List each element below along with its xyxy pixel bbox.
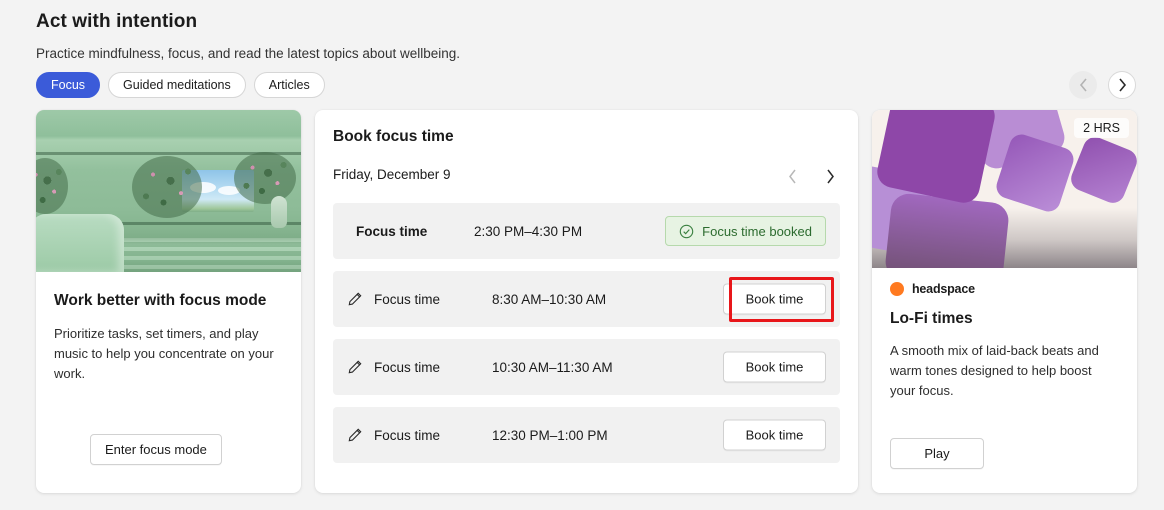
headspace-brand-name: headspace bbox=[912, 282, 975, 296]
carousel-prev-button[interactable] bbox=[1069, 71, 1097, 99]
pencil-icon bbox=[347, 291, 365, 307]
cards-row: Work better with focus mode Prioritize t… bbox=[0, 110, 1164, 494]
headspace-hero-image: 2 HRS bbox=[872, 110, 1137, 268]
slot-action: Focus time booked bbox=[665, 216, 826, 246]
slot-action: Book time bbox=[723, 283, 826, 315]
wellbeing-page: Act with intention Practice mindfulness,… bbox=[0, 0, 1164, 510]
chip-guided-meditations[interactable]: Guided meditations bbox=[108, 72, 246, 98]
focus-slot-list: Focus time 2:30 PM–4:30 PM Focus time bo… bbox=[333, 203, 840, 475]
slot-label: Focus time bbox=[374, 291, 441, 307]
booked-badge-label: Focus time booked bbox=[702, 223, 812, 239]
slot-action: Book time bbox=[723, 351, 826, 383]
slot-time: 12:30 PM–1:00 PM bbox=[492, 427, 608, 443]
foliage-cluster bbox=[132, 156, 202, 218]
date-prev-button[interactable] bbox=[780, 164, 804, 188]
focus-mode-title: Work better with focus mode bbox=[54, 292, 267, 309]
enter-focus-mode-button[interactable]: Enter focus mode bbox=[90, 434, 222, 465]
pencil-icon-glyph bbox=[348, 428, 362, 442]
book-time-button[interactable]: Book time bbox=[723, 419, 826, 451]
book-time-button[interactable]: Book time bbox=[723, 351, 826, 383]
purple-square-shape bbox=[1067, 133, 1137, 207]
check-circle-icon bbox=[679, 224, 694, 238]
chevron-right-icon bbox=[1118, 78, 1126, 92]
focus-mode-hero-image bbox=[36, 110, 301, 272]
headspace-description: A smooth mix of laid-back beats and warm… bbox=[890, 343, 1099, 398]
slot-time: 8:30 AM–10:30 AM bbox=[492, 291, 607, 307]
slot-time: 10:30 AM–11:30 AM bbox=[492, 359, 613, 375]
focus-slot-row[interactable]: Focus time 10:30 AM–11:30 AM Book time bbox=[333, 339, 840, 395]
chevron-left-icon bbox=[1079, 78, 1087, 92]
focus-mode-description: Prioritize tasks, set timers, and play m… bbox=[54, 326, 274, 381]
headspace-logo-icon bbox=[890, 282, 904, 296]
slot-label: Focus time bbox=[374, 359, 441, 375]
pencil-icon-glyph bbox=[348, 292, 362, 306]
chip-focus[interactable]: Focus bbox=[36, 72, 101, 98]
category-chip-group: Focus Guided meditations Articles bbox=[36, 72, 325, 98]
foliage-cluster bbox=[234, 152, 296, 204]
book-focus-time-date: Friday, December 9 bbox=[333, 167, 451, 182]
foliage-cluster bbox=[36, 158, 68, 214]
chevron-left-icon bbox=[788, 169, 796, 183]
purple-square-shape bbox=[883, 192, 1011, 268]
date-next-button[interactable] bbox=[818, 164, 842, 188]
book-focus-time-card: Book focus time Friday, December 9 Focus… bbox=[315, 110, 858, 493]
pencil-icon-glyph bbox=[348, 360, 362, 374]
chevron-right-icon bbox=[826, 169, 834, 183]
pencil-icon bbox=[347, 359, 365, 375]
play-button[interactable]: Play bbox=[890, 438, 984, 469]
focus-slot-row-highlighted[interactable]: Focus time 8:30 AM–10:30 AM Book time bbox=[333, 271, 840, 327]
book-time-button-highlighted[interactable]: Book time bbox=[723, 283, 826, 315]
slot-label: Focus time bbox=[374, 427, 441, 443]
book-focus-time-title: Book focus time bbox=[333, 128, 454, 145]
focus-slot-row-booked[interactable]: Focus time 2:30 PM–4:30 PM Focus time bo… bbox=[333, 203, 840, 259]
headspace-body: headspace Lo-Fi times A smooth mix of la… bbox=[872, 268, 1137, 401]
chip-articles[interactable]: Articles bbox=[253, 72, 325, 98]
headspace-card[interactable]: 2 HRS headspace Lo-Fi times A smooth mix… bbox=[872, 110, 1137, 493]
pencil-icon bbox=[347, 427, 365, 443]
slot-time: 2:30 PM–4:30 PM bbox=[474, 223, 583, 239]
slot-label: Focus time bbox=[356, 223, 428, 239]
carousel-next-button[interactable] bbox=[1108, 71, 1136, 99]
slot-action: Book time bbox=[723, 419, 826, 451]
sofa-shape bbox=[36, 214, 124, 272]
duration-badge: 2 HRS bbox=[1074, 118, 1129, 138]
focus-mode-body: Work better with focus mode Prioritize t… bbox=[36, 272, 301, 384]
vase-shape bbox=[271, 196, 287, 228]
page-subtitle: Practice mindfulness, focus, and read th… bbox=[36, 46, 460, 61]
date-nav bbox=[780, 164, 842, 188]
focus-mode-card[interactable]: Work better with focus mode Prioritize t… bbox=[36, 110, 301, 493]
carousel-nav bbox=[1069, 71, 1136, 99]
page-title: Act with intention bbox=[36, 11, 198, 32]
headspace-title: Lo-Fi times bbox=[890, 310, 973, 327]
headspace-brand: headspace bbox=[890, 282, 1119, 296]
focus-slot-row[interactable]: Focus time 12:30 PM–1:00 PM Book time bbox=[333, 407, 840, 463]
focus-time-booked-badge: Focus time booked bbox=[665, 216, 826, 246]
